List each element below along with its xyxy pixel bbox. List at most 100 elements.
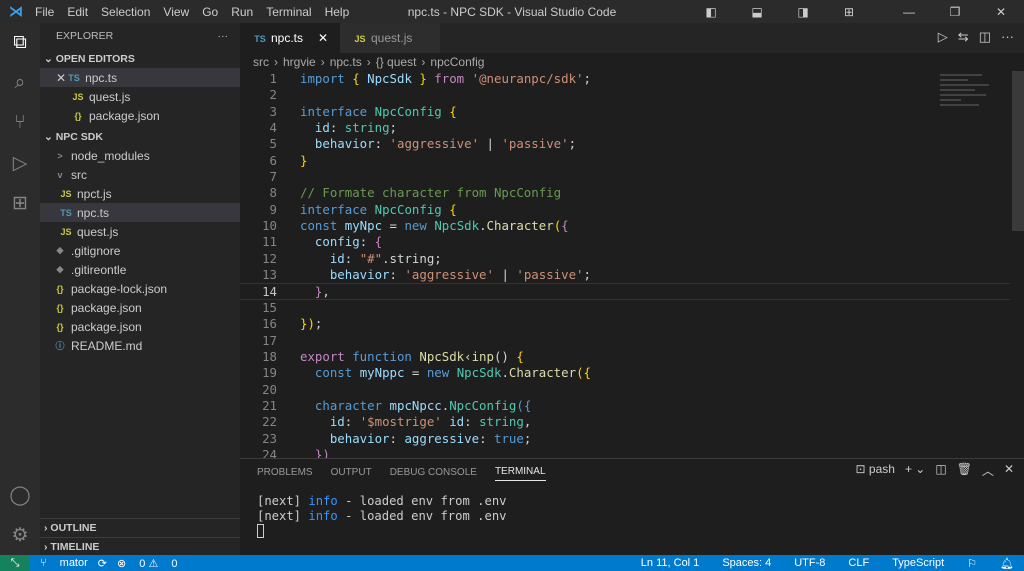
file-tree-item[interactable]: ◆ .gitireontle (40, 260, 240, 279)
customize-layout-icon[interactable]: ⊞ (826, 5, 872, 19)
minimize-button[interactable]: — (886, 5, 932, 19)
toggle-sidebar-icon[interactable]: ◧ (688, 5, 734, 19)
code-token: interface (300, 103, 375, 119)
file-tree-item[interactable]: ⓘ README.md (40, 336, 240, 355)
log-level: info (308, 494, 338, 508)
code-token: id (300, 414, 345, 430)
code-token: function (352, 348, 420, 364)
more-actions-icon[interactable]: ··· (218, 30, 229, 42)
menu-terminal[interactable]: Terminal (266, 5, 311, 19)
code-token: string (344, 120, 390, 136)
code-token: '$mostrige' (359, 414, 442, 430)
menu-edit[interactable]: Edit (67, 5, 88, 19)
split-terminal-icon[interactable]: ◫ (935, 462, 946, 479)
file-tree-item[interactable]: > node_modules (40, 146, 240, 165)
notifications-icon[interactable]: 🔔︎ (1000, 557, 1014, 570)
code-token: 'passive' (501, 136, 569, 152)
run-icon[interactable]: ▷ (938, 29, 948, 45)
open-editor-item[interactable]: ✕ TS npc.ts (40, 68, 240, 87)
file-tree-item[interactable]: TS npc.ts (40, 203, 240, 222)
settings-gear-icon[interactable]: ⚙ (0, 515, 40, 555)
toggle-secondary-sidebar-icon[interactable]: ◨ (780, 5, 826, 19)
cursor-position[interactable]: Ln 11, Col 1 (641, 557, 700, 570)
split-editor-icon[interactable]: ◫ (979, 29, 991, 45)
file-tree-item[interactable]: ◆ .gitignore (40, 241, 240, 260)
code-token: id (441, 414, 465, 430)
source-control-icon[interactable]: ⑂ (0, 103, 40, 143)
close-panel-icon[interactable]: ✕ (1004, 462, 1014, 479)
open-editors-section[interactable]: ⌄ OPEN EDITORS (40, 49, 240, 68)
toggle-panel-icon[interactable]: ⬓ (734, 5, 780, 19)
timeline-section[interactable]: › TIMELINE (40, 537, 240, 556)
line-number: 2 (269, 87, 277, 103)
new-terminal-icon[interactable]: + ⌄ (905, 462, 925, 479)
run-debug-icon[interactable]: ▷ (0, 143, 40, 183)
menu-selection[interactable]: Selection (101, 5, 150, 19)
language-mode[interactable]: TypeScript (892, 557, 944, 570)
breadcrumb-item[interactable]: npcConfig (430, 55, 484, 69)
code-editor[interactable]: 1 import { NpcSdk } from '@neuranpc/sdk';… (240, 71, 1010, 463)
menu-go[interactable]: Go (202, 5, 218, 19)
log-message: - loaded env from .env (337, 509, 507, 523)
panel-tab-terminal[interactable]: TERMINAL (494, 466, 546, 481)
maximize-panel-icon[interactable]: ︿ (982, 462, 994, 479)
breadcrumb-item[interactable]: src (253, 55, 269, 69)
file-tree-item[interactable]: {} package-lock.json (40, 279, 240, 298)
close-button[interactable]: ✕ (978, 5, 1024, 19)
kill-terminal-icon[interactable]: 🗑 (957, 462, 972, 479)
code-token: NpcSdk (419, 348, 465, 364)
code-token: interface (300, 201, 375, 217)
file-tree-item[interactable]: v src (40, 165, 240, 184)
code-token: 'passive' (516, 267, 584, 283)
file-tree-item[interactable]: JS quest.js (40, 222, 240, 241)
breadcrumb-item[interactable]: hrgvie (283, 55, 316, 69)
tab-npc-ts[interactable]: TS npc.ts ✕ (240, 23, 340, 53)
account-icon[interactable]: ◯ (0, 475, 40, 515)
branch-indicator[interactable]: ⑂ mator (40, 557, 88, 569)
line-number: 15 (262, 299, 277, 315)
problems-indicator[interactable]: ⊗ 0 ⚠ 0 (117, 557, 178, 570)
code-token: ; (568, 136, 577, 152)
explorer-icon[interactable]: ⧉ (0, 23, 40, 63)
tab-quest-js[interactable]: JS quest.js (340, 23, 440, 53)
panel-tab-debug-console[interactable]: DEBUG CONSOLE (390, 467, 477, 481)
search-icon[interactable]: ⌕ (0, 63, 40, 103)
project-section[interactable]: ⌄ NPC SDK (40, 127, 240, 146)
menu-help[interactable]: Help (325, 5, 350, 19)
js-file-icon: JS (60, 226, 72, 237)
tab-close-icon[interactable]: ✕ (318, 31, 328, 45)
feedback-icon[interactable]: ⚐ (967, 557, 977, 570)
terminal-output[interactable]: [next] info - loaded env from .env [next]… (257, 494, 507, 542)
close-icon[interactable]: ✕ (56, 71, 66, 85)
remote-icon[interactable]: ⤡ (0, 555, 30, 571)
file-tree-item[interactable]: {} package.json (40, 317, 240, 336)
file-tree-item[interactable]: {} package.json (40, 298, 240, 317)
file-tree-item[interactable]: JS npct.js (40, 184, 240, 203)
file-name: package.json (71, 319, 142, 334)
breadcrumb-item[interactable]: npc.ts (330, 55, 362, 69)
explorer-title: EXPLORER (56, 30, 114, 42)
end-of-line[interactable]: CLF (848, 557, 869, 570)
open-editor-item[interactable]: JS quest.js (40, 87, 240, 106)
minimap[interactable] (940, 71, 1010, 151)
editor-scrollbar[interactable] (1012, 71, 1024, 231)
menu-file[interactable]: File (35, 5, 54, 19)
panel-tab-output[interactable]: OUTPUT (331, 467, 372, 481)
indentation[interactable]: Spaces: 4 (722, 557, 771, 570)
extensions-icon[interactable]: ⊞ (0, 183, 40, 223)
breadcrumb-item[interactable]: {} quest (376, 55, 417, 69)
sync-icon[interactable]: ⟳ (98, 557, 107, 570)
terminal-prefix: [next] (257, 494, 309, 508)
terminal-shell-icon[interactable]: ⊡ pash (856, 462, 895, 479)
menu-view[interactable]: View (163, 5, 189, 19)
code-token: // Formate character from NpcConfig (300, 185, 562, 201)
line-number: 16 (262, 316, 277, 332)
more-actions-icon[interactable]: ··· (1001, 29, 1014, 45)
outline-section[interactable]: › OUTLINE (40, 518, 240, 537)
compare-icon[interactable]: ⇆ (958, 29, 969, 45)
menu-run[interactable]: Run (231, 5, 253, 19)
open-editor-item[interactable]: {} package.json (40, 106, 240, 125)
maximize-button[interactable]: ❐ (932, 5, 978, 19)
panel-tab-problems[interactable]: PROBLEMS (257, 467, 313, 481)
encoding[interactable]: UTF-8 (794, 557, 825, 570)
